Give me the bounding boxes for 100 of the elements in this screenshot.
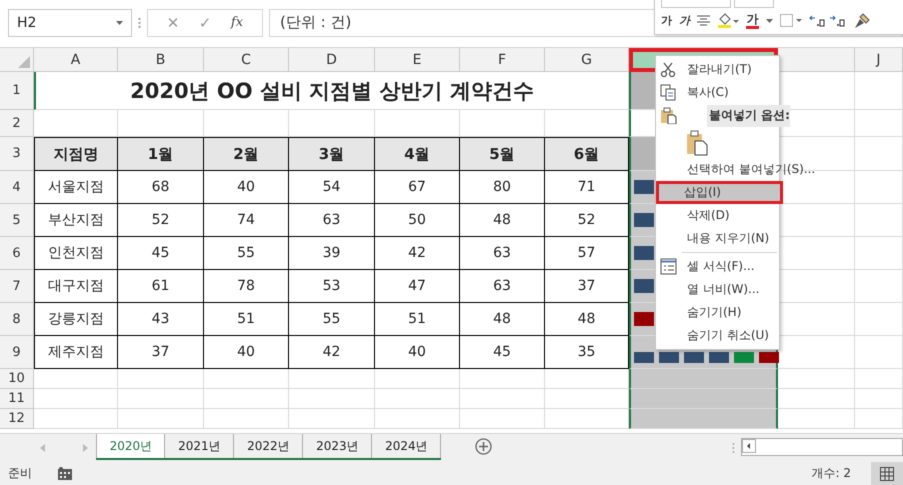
row-header[interactable]: 1 (0, 72, 34, 110)
sheet-tab[interactable]: 2020년 (96, 434, 166, 458)
column-header[interactable]: B (118, 48, 204, 72)
empty-cell[interactable] (855, 303, 903, 336)
row-header[interactable]: 12 (0, 409, 34, 429)
menu-item[interactable]: 숨기기(H) (682, 301, 779, 324)
row-header[interactable]: 6 (0, 237, 34, 270)
menu-item[interactable]: 복사(C) (682, 81, 779, 104)
menu-item[interactable]: 내용 지우기(N) (682, 227, 779, 250)
table-cell: 63 (460, 237, 545, 270)
empty-cell[interactable] (460, 409, 545, 429)
selected-column-cell[interactable] (629, 409, 778, 429)
sheet-title: 2020년 OO 설비 지점별 상반기 계약건수 (34, 72, 629, 110)
menu-item[interactable]: 셀 서식(F)... (682, 255, 779, 278)
table-cell: 63 (460, 270, 545, 303)
select-all-icon[interactable] (18, 56, 30, 68)
scroll-left-icon[interactable] (742, 439, 756, 453)
row-header[interactable]: 8 (0, 303, 34, 336)
dropdown-caret-icon[interactable] (116, 20, 123, 24)
status-count: 개수: 2 (812, 465, 851, 482)
empty-cell[interactable] (118, 389, 204, 409)
more-options-icon (138, 16, 141, 28)
empty-cell[interactable] (855, 171, 903, 204)
menu-item[interactable]: 잘라내기(T) (682, 58, 779, 81)
fill-color-icon[interactable] (717, 12, 739, 28)
column-header[interactable]: E (375, 48, 460, 72)
menu-item[interactable]: 숨기기 취소(U) (682, 324, 779, 347)
column-header[interactable]: D (289, 48, 375, 72)
selected-column-cell[interactable] (629, 369, 778, 389)
column-header[interactable]: G (545, 48, 629, 72)
column-heading: 2월 (204, 137, 289, 171)
empty-cell[interactable] (460, 389, 545, 409)
dropdown-caret-icon[interactable] (766, 18, 773, 22)
row-header[interactable]: 11 (0, 389, 34, 409)
row-header[interactable]: 9 (0, 336, 34, 369)
table-cell: 40 (204, 171, 289, 204)
italic-button[interactable]: 가 (679, 13, 690, 28)
column-header[interactable]: F (460, 48, 545, 72)
row-header[interactable]: 10 (0, 369, 34, 389)
table-cell: 강릉지점 (34, 303, 118, 336)
empty-cell[interactable] (289, 409, 375, 429)
empty-cell[interactable] (375, 409, 460, 429)
empty-cell[interactable] (855, 72, 903, 110)
column-header[interactable]: A (34, 48, 118, 72)
row-header[interactable]: 5 (0, 204, 34, 237)
selected-column-cell[interactable] (629, 389, 778, 409)
name-box[interactable]: H2 (8, 8, 132, 36)
table-cell: 42 (289, 336, 375, 369)
empty-cell[interactable] (375, 369, 460, 389)
menu-item[interactable]: 선택하여 붙여넣기(S)... (682, 158, 818, 181)
row-header[interactable]: 3 (0, 137, 34, 171)
normal-view-button[interactable] (871, 462, 903, 485)
table-cell: 68 (118, 171, 204, 204)
split-handle-icon[interactable] (732, 442, 736, 454)
decimal-places-icon[interactable] (809, 14, 847, 27)
cell-reference: H2 (17, 14, 36, 30)
font-color-button[interactable]: 가 (746, 12, 759, 28)
column-header[interactable]: C (204, 48, 289, 72)
paste-button-icon[interactable] (686, 130, 708, 156)
empty-cell[interactable] (118, 369, 204, 389)
scroll-right-icon[interactable] (83, 444, 88, 452)
empty-cell[interactable] (855, 137, 903, 171)
column-header[interactable]: J (855, 48, 903, 72)
bold-button[interactable]: 가 (661, 13, 672, 28)
add-sheet-icon[interactable] (475, 438, 492, 455)
underline-icon (746, 26, 759, 28)
empty-cell[interactable] (460, 369, 545, 389)
empty-cell[interactable] (289, 369, 375, 389)
empty-cell[interactable] (204, 389, 289, 409)
row-header[interactable]: 2 (0, 110, 34, 137)
empty-cell[interactable] (855, 110, 903, 137)
empty-cell[interactable] (289, 389, 375, 409)
table-cell: 45 (118, 237, 204, 270)
align-center-icon[interactable] (697, 15, 710, 26)
column-heading: 1월 (118, 137, 204, 171)
menu-item[interactable]: 삽입(I) (656, 181, 783, 204)
empty-cell[interactable] (855, 389, 903, 409)
copy-icon (660, 84, 677, 101)
empty-cell[interactable] (375, 389, 460, 409)
empty-cell[interactable] (855, 409, 903, 429)
column-header[interactable] (778, 48, 855, 72)
table-cell: 52 (118, 204, 204, 237)
select-all-button[interactable] (0, 48, 34, 72)
column-heading: 5월 (460, 137, 545, 171)
format-painter-icon[interactable] (854, 12, 870, 28)
empty-cell[interactable] (855, 369, 903, 389)
empty-cell[interactable] (855, 204, 903, 237)
row-header[interactable]: 4 (0, 171, 34, 204)
empty-cell[interactable] (855, 237, 903, 270)
row-header[interactable]: 7 (0, 270, 34, 303)
insert-function-button[interactable]: fx (226, 15, 248, 30)
menu-item[interactable]: 열 너비(W)... (682, 278, 779, 301)
empty-cell[interactable] (855, 270, 903, 303)
borders-icon[interactable] (780, 14, 802, 27)
empty-cell[interactable] (855, 336, 903, 369)
empty-cell[interactable] (204, 369, 289, 389)
menu-item[interactable]: 삭제(D) (682, 204, 779, 227)
empty-cell[interactable] (204, 409, 289, 429)
empty-cell[interactable] (118, 409, 204, 429)
horizontal-scrollbar[interactable] (741, 438, 903, 456)
